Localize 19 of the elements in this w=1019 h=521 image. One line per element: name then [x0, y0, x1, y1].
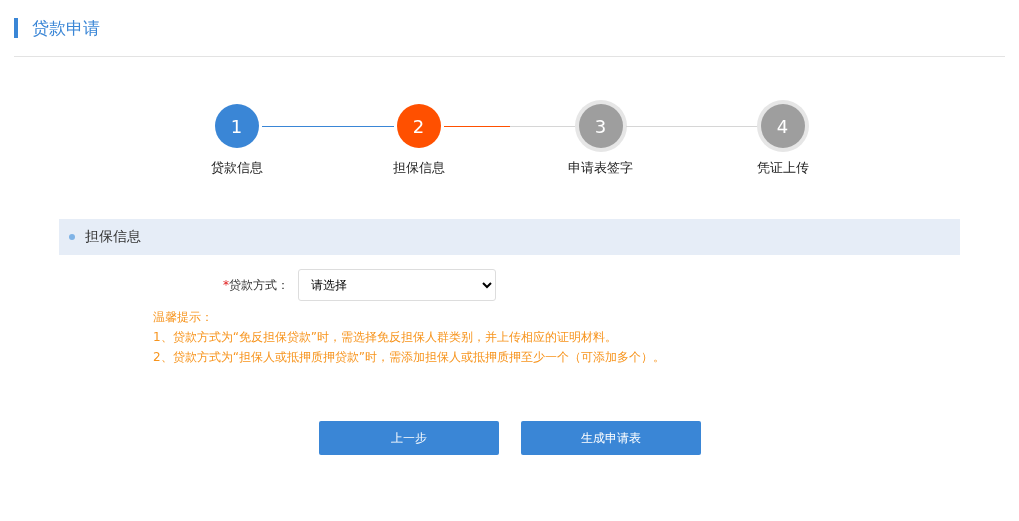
step-circle: 2: [396, 104, 441, 148]
step-label: 担保信息: [392, 159, 445, 177]
previous-button[interactable]: 上一步: [318, 421, 499, 455]
title-bar-accent: [14, 18, 18, 38]
hint-text: 温馨提示：: [153, 309, 214, 325]
field-label: *贷款方式：: [222, 276, 290, 294]
step-circle: 1: [214, 104, 259, 148]
page-title: 贷款申请: [32, 16, 100, 40]
hint-text: 1、贷款方式为“免反担保贷款”时，需选择免反担保人群类别，并上传相应的证明材料。: [153, 329, 619, 345]
step-label: 凭证上传: [756, 159, 809, 177]
generate-button[interactable]: 生成申请表: [520, 421, 701, 455]
step-label: 贷款信息: [210, 159, 263, 177]
hint-text: 2、贷款方式为“担保人或抵押质押贷款”时，需添加担保人或抵押质押至少一个（可添加多个）。: [153, 349, 667, 365]
section-title: 担保信息: [85, 228, 141, 246]
step-circle: 4: [760, 104, 805, 148]
step-circle: 3: [578, 104, 623, 148]
step-label: 申请表签字: [568, 159, 633, 177]
loan-type-select[interactable]: 请选择: [298, 269, 496, 301]
bullet-icon: [69, 234, 75, 240]
